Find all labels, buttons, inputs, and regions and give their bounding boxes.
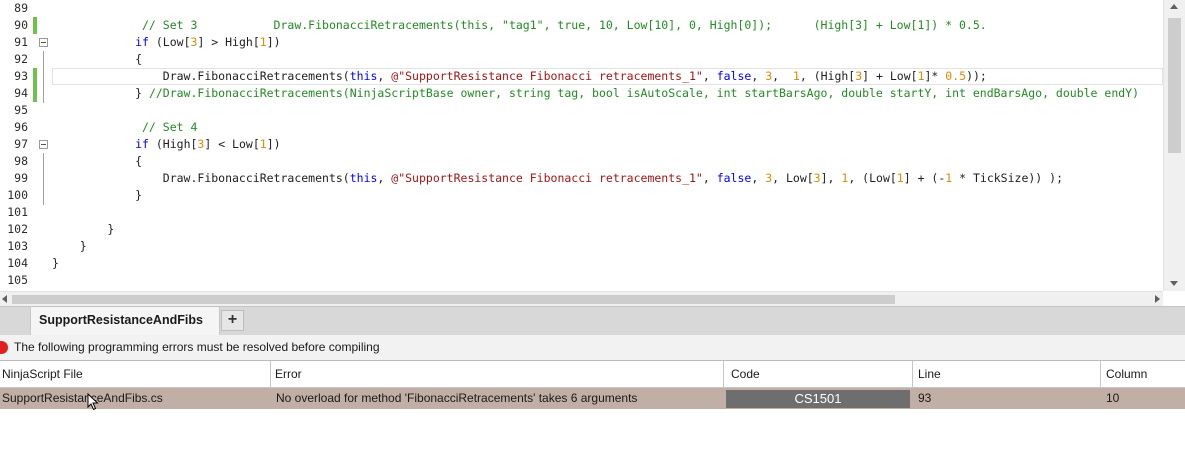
code-editor[interactable]: 89 90 // Set 3 Draw.FibonacciRetracement…: [0, 0, 1185, 306]
line-number: 104: [7, 256, 28, 270]
code-line-94[interactable]: 94 } //Draw.FibonacciRetracements(NinjaS…: [0, 85, 1163, 102]
code-text: }: [52, 222, 115, 236]
line-number: 92: [14, 52, 28, 66]
code-line-89[interactable]: 89: [0, 0, 1163, 17]
mouse-cursor-icon: [87, 393, 99, 411]
scroll-up-icon[interactable]: [1170, 4, 1178, 9]
column-header-error[interactable]: Error: [271, 361, 724, 388]
code-text: if (High[3] < Low[1]): [135, 137, 281, 151]
compile-status-bar: The following programming errors must be…: [0, 335, 1185, 361]
line-number: 97: [14, 137, 28, 151]
line-number: 95: [14, 103, 28, 117]
code-text: } //Draw.FibonacciRetracements(NinjaScri…: [52, 86, 1140, 100]
code-line-105[interactable]: 105: [0, 272, 1163, 289]
code-line-98[interactable]: 98 {: [0, 153, 1163, 170]
line-number: 94: [14, 86, 28, 100]
code-line-101[interactable]: 101: [0, 204, 1163, 221]
code-line-99[interactable]: 99 Draw.FibonacciRetracements(this, @"Su…: [0, 170, 1163, 187]
scroll-down-icon[interactable]: [1170, 281, 1178, 286]
code-line-92[interactable]: 92 {: [0, 51, 1163, 68]
line-number: 100: [7, 188, 28, 202]
code-text: }: [52, 256, 59, 270]
add-tab-button[interactable]: +: [221, 310, 244, 331]
error-file-cell: SupportResistanceAndFibs.cs: [2, 391, 163, 405]
table-row[interactable]: SupportResistanceAndFibs.cs No overload …: [0, 388, 1185, 409]
collapse-toggle-icon[interactable]: [39, 140, 48, 149]
code-text: {: [52, 154, 143, 168]
horizontal-scroll-thumb[interactable]: [12, 295, 895, 304]
code-line-96[interactable]: 96 // Set 4: [0, 119, 1163, 136]
code-line-90[interactable]: 90 // Set 3 Draw.FibonacciRetracements(t…: [0, 17, 1163, 34]
vertical-scrollbar[interactable]: [1163, 0, 1185, 291]
line-number: 102: [7, 222, 28, 236]
column-header-line[interactable]: Line: [913, 361, 1101, 388]
code-line-95[interactable]: 95: [0, 102, 1163, 119]
column-header-code[interactable]: Code: [724, 361, 913, 388]
code-line-93[interactable]: 93 Draw.FibonacciRetracements(this, @"Su…: [0, 68, 1163, 85]
change-marker: [33, 68, 37, 85]
error-line-cell: 93: [918, 391, 932, 405]
code-text: }: [52, 188, 143, 202]
scroll-left-icon[interactable]: [2, 295, 7, 303]
error-list-table: NinjaScript File Error Code Line Column …: [0, 361, 1185, 409]
line-number: 93: [14, 69, 28, 83]
line-number: 96: [14, 120, 28, 134]
code-line-100[interactable]: 100 }: [0, 187, 1163, 204]
line-number: 99: [14, 171, 28, 185]
tab-supportresistanceandfibs[interactable]: SupportResistanceAndFibs: [30, 307, 220, 337]
line-number: 89: [14, 1, 28, 15]
horizontal-scrollbar[interactable]: [0, 291, 1163, 306]
line-number: 105: [7, 273, 28, 287]
code-text: Draw.FibonacciRetracements(this, @"Suppo…: [52, 69, 987, 83]
code-text: // Set 4: [52, 120, 198, 134]
code-line-104[interactable]: 104 }: [0, 255, 1163, 272]
line-number: 98: [14, 154, 28, 168]
collapse-toggle-icon[interactable]: [39, 38, 48, 47]
column-header-column[interactable]: Column: [1101, 361, 1185, 388]
vertical-scroll-thumb[interactable]: [1168, 18, 1181, 153]
code-text: Draw.FibonacciRetracements(this, @"Suppo…: [52, 171, 1063, 185]
code-text: if (Low[3] > High[1]): [135, 35, 281, 49]
line-number: 91: [14, 35, 28, 49]
code-line-97[interactable]: 97 if (High[3] < Low[1]): [0, 136, 1163, 153]
compile-error-message: The following programming errors must be…: [14, 340, 380, 354]
line-number: 101: [7, 205, 28, 219]
column-header-file[interactable]: NinjaScript File: [0, 361, 271, 388]
code-line-103[interactable]: 103 }: [0, 238, 1163, 255]
code-line-91[interactable]: 91 if (Low[3] > High[1]): [0, 34, 1163, 51]
error-code-badge: CS1501: [726, 390, 910, 408]
change-marker: [33, 85, 37, 102]
error-message-cell: No overload for method 'FibonacciRetrace…: [276, 391, 638, 405]
change-marker: [33, 17, 37, 34]
error-column-cell: 10: [1106, 391, 1120, 405]
line-number: 103: [7, 239, 28, 253]
error-icon: [0, 341, 8, 354]
code-text: {: [52, 52, 143, 66]
file-tab-bar: SupportResistanceAndFibs +: [0, 306, 1185, 337]
line-number: 90: [14, 18, 28, 32]
code-text: // Set 3 Draw.FibonacciRetracements(this…: [52, 18, 987, 32]
code-line-102[interactable]: 102 }: [0, 221, 1163, 238]
table-header-row: NinjaScript File Error Code Line Column: [0, 361, 1185, 388]
code-text: }: [52, 239, 87, 253]
scroll-right-icon[interactable]: [1155, 295, 1160, 303]
